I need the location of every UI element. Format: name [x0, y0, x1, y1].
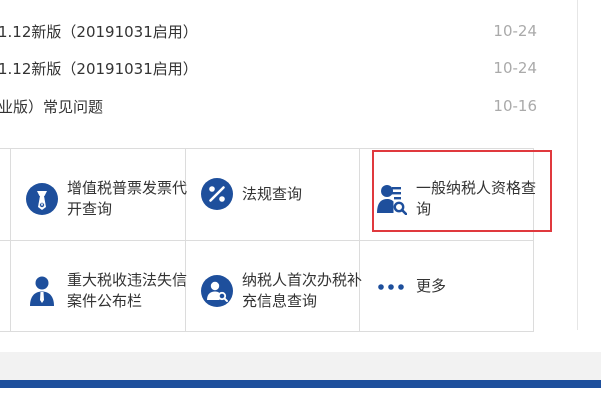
news-item-title[interactable]: 1.12新版（20191031启用）	[0, 21, 198, 42]
grid-line	[0, 240, 534, 241]
service-label: 纳税人首次办税补充信息查询	[242, 271, 363, 310]
service-tax-violation-board[interactable]: 重大税收违法失信案件公布栏	[26, 270, 197, 312]
news-item[interactable]: 1.12新版（20191031启用） 10-24	[0, 19, 577, 43]
news-item-title[interactable]: 1.12新版（20191031启用）	[0, 58, 198, 79]
service-label: 法规查询	[242, 184, 303, 203]
service-first-time-taxpayer-query[interactable]: 纳税人首次办税补充信息查询	[201, 270, 372, 312]
news-item-date: 10-24	[493, 22, 537, 40]
panel-right-border	[577, 0, 578, 330]
person-search-circle-icon	[201, 275, 233, 307]
news-item[interactable]: 业版）常见问题 10-16	[0, 94, 577, 118]
grid-line	[0, 148, 534, 149]
highlight-box	[372, 150, 552, 232]
service-label: 重大税收违法失信案件公布栏	[67, 271, 188, 310]
service-label: 更多	[416, 276, 447, 295]
footer-area	[0, 388, 601, 401]
person-icon	[26, 275, 58, 307]
ellipsis-icon	[375, 270, 407, 302]
service-regulation-query[interactable]: 法规查询	[201, 178, 372, 210]
news-item-date: 10-24	[493, 59, 537, 77]
tax-portal-page: 1.12新版（20191031启用） 10-24 1.12新版（20191031…	[0, 0, 601, 401]
footer-bar	[0, 380, 601, 388]
service-more[interactable]: 更多	[375, 270, 546, 302]
service-invoice-query[interactable]: 增值税普票发票代开查询	[26, 178, 197, 220]
grid-line	[10, 148, 11, 332]
percent-icon	[201, 178, 233, 210]
tie-person-icon	[26, 183, 58, 215]
service-label: 增值税普票发票代开查询	[67, 179, 188, 218]
news-item-title[interactable]: 业版）常见问题	[0, 96, 103, 117]
footer-band	[0, 352, 601, 380]
news-item[interactable]: 1.12新版（20191031启用） 10-24	[0, 56, 577, 80]
grid-line	[0, 331, 534, 332]
news-item-date: 10-16	[493, 97, 537, 115]
